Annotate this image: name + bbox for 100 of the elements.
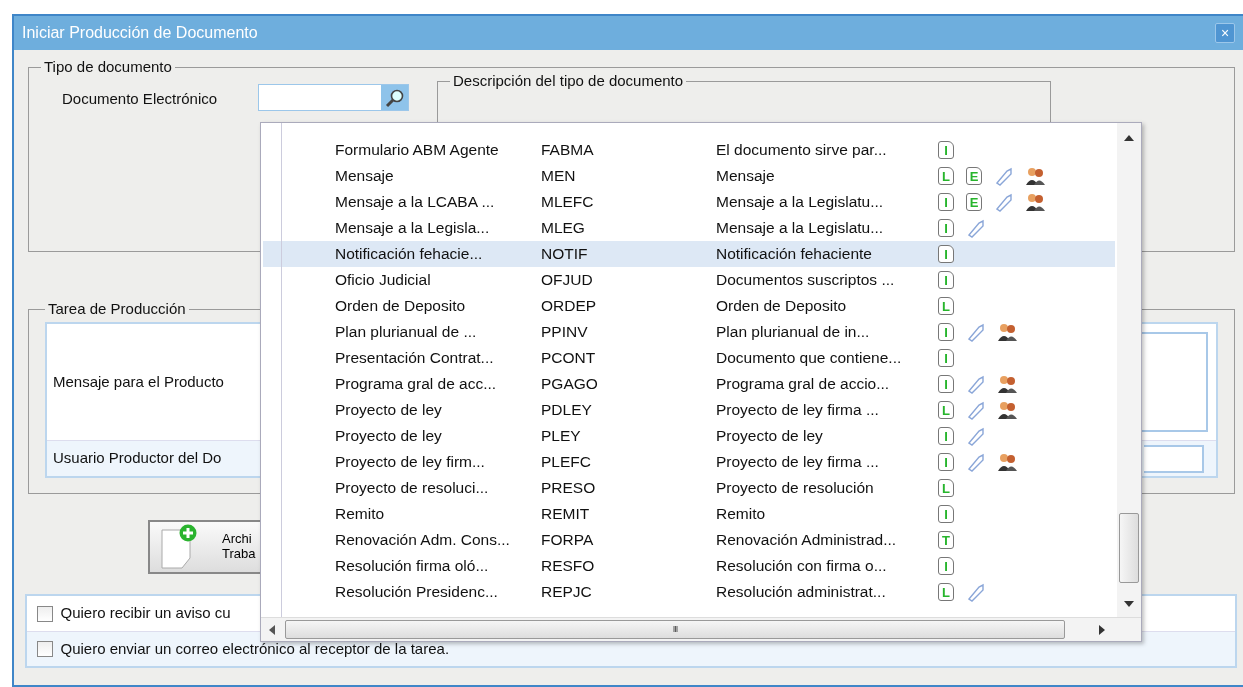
row-code: MEN: [541, 166, 577, 187]
row-code: RESFO: [541, 556, 596, 577]
list-row[interactable]: Mensaje MEN Mensaje L E: [263, 163, 1115, 189]
list-row[interactable]: Mensaje a la Legisla... MLEG Mensaje a la Legislatu... I: [263, 215, 1115, 241]
scroll-right-icon[interactable]: [1099, 625, 1105, 635]
scroll-thumb[interactable]: III: [285, 620, 1065, 639]
row-description: Orden de Deposito: [716, 296, 848, 317]
list-row[interactable]: Proyecto de resoluci... PRESO Proyecto de resolución L: [263, 475, 1115, 501]
list-row[interactable]: Plan plurianual de ... PPINV Plan plurianual de in... I: [263, 319, 1115, 345]
row-code: PRESO: [541, 478, 597, 499]
row-description: El documento sirve par...: [716, 140, 888, 161]
row-description: Proyecto de resolución: [716, 478, 875, 499]
list-row[interactable]: Orden de Deposito ORDEP Orden de Deposito L: [263, 293, 1115, 319]
row-name: Renovación Adm. Cons...: [334, 530, 511, 551]
row-description: Plan plurianual de in...: [716, 322, 871, 343]
row-name: Remito: [334, 504, 386, 525]
row-code: FORPA: [541, 530, 595, 551]
horizontal-scrollbar[interactable]: III: [261, 617, 1141, 641]
window-title: Iniciar Producción de Documento: [22, 23, 258, 43]
row-code: PLEFC: [541, 452, 592, 473]
document-letter-icon: L: [938, 297, 954, 315]
row-description: Proyecto de ley: [716, 426, 824, 447]
document-letter-icon: I: [938, 453, 954, 471]
row-description: Renovación Administrad...: [716, 530, 898, 551]
document-letter-icon: I: [938, 323, 954, 341]
document-letter-icon: I: [938, 375, 954, 393]
search-icon[interactable]: [381, 85, 408, 110]
document-letter-icon: I: [938, 427, 954, 445]
people-icon: [996, 452, 1018, 472]
list-row[interactable]: Proyecto de ley PLEY Proyecto de ley I: [263, 423, 1115, 449]
field-label: Documento Electrónico: [62, 89, 219, 109]
row-name: Presentación Contrat...: [334, 348, 495, 369]
tag-icon: [966, 400, 986, 420]
list-row[interactable]: Presentación Contrat... PCONT Documento que contiene... I: [263, 345, 1115, 371]
list-row[interactable]: Mensaje a la LCABA ... MLEFC Mensaje a la Legislatu... I E: [263, 189, 1115, 215]
row-description: Notificación fehaciente: [716, 244, 873, 265]
row-name: Proyecto de ley: [334, 426, 443, 447]
row-code: PGAGO: [541, 374, 599, 395]
scroll-thumb[interactable]: [1119, 513, 1139, 583]
row-name: Proyecto de resoluci...: [334, 478, 490, 499]
document-letter-icon: I: [938, 271, 954, 289]
list-row[interactable]: Programa gral de acc... PGAGO Programa gral de accio... I: [263, 371, 1115, 397]
row-code: NOTIF: [541, 244, 589, 265]
row-code: OFJUD: [541, 270, 594, 291]
field-label: Mensaje para el Producto: [52, 371, 224, 392]
row-description: Documento que contiene...: [716, 348, 903, 369]
checkbox[interactable]: [37, 641, 53, 657]
list-row[interactable]: Proyecto de ley PDLEY Proyecto de ley firma ... L: [263, 397, 1115, 423]
row-description: Programa gral de accio...: [716, 374, 891, 395]
row-description: Resolución administrat...: [716, 582, 887, 603]
row-code: PCONT: [541, 348, 597, 369]
row-name: Oficio Judicial: [334, 270, 432, 291]
list-row[interactable]: Formulario ABM Agente FABMA El documento sirve par... I: [263, 137, 1115, 163]
row-name: Mensaje a la LCABA ...: [334, 192, 496, 213]
row-name: Proyecto de ley: [334, 400, 443, 421]
vertical-scrollbar[interactable]: [1117, 123, 1141, 617]
row-code: PDLEY: [541, 400, 593, 421]
document-letter-icon: E: [966, 167, 982, 185]
row-description: Proyecto de ley firma ...: [716, 400, 880, 421]
row-name: Formulario ABM Agente: [334, 140, 500, 161]
row-description: Remito: [716, 504, 767, 525]
document-letter-icon: I: [938, 193, 954, 211]
document-letter-icon: I: [938, 557, 954, 575]
list-row[interactable]: Oficio Judicial OFJUD Documentos suscriptos ... I: [263, 267, 1115, 293]
row-name: Resolución Presidenc...: [334, 582, 499, 603]
tag-icon: [966, 218, 986, 238]
row-code: MLEG: [541, 218, 586, 239]
tag-icon: [966, 322, 986, 342]
list-row[interactable]: Proyecto de ley firm... PLEFC Proyecto de ley firma ... I: [263, 449, 1115, 475]
row-description: Mensaje a la Legislatu...: [716, 192, 885, 213]
list-row[interactable]: Notificación fehacie... NOTIF Notificación fehaciente I: [263, 241, 1115, 267]
checkbox[interactable]: [37, 605, 53, 622]
tag-icon: [994, 166, 1014, 186]
field-label: Usuario Productor del Do: [52, 448, 222, 469]
row-code: MLEFC: [541, 192, 595, 213]
document-letter-icon: I: [938, 245, 954, 263]
scroll-up-icon[interactable]: [1124, 135, 1134, 141]
people-icon: [996, 374, 1018, 394]
document-letter-icon: T: [938, 531, 954, 549]
document-letter-icon: L: [938, 167, 954, 185]
row-code: REMIT: [541, 504, 591, 525]
scroll-left-icon[interactable]: [269, 625, 275, 635]
scroll-down-icon[interactable]: [1124, 601, 1134, 607]
row-description: Proyecto de ley firma ...: [716, 452, 880, 473]
document-type-field[interactable]: [258, 84, 409, 111]
list-row[interactable]: Resolución Presidenc... REPJC Resolución administrat... L: [263, 579, 1115, 605]
row-description: Mensaje a la Legislatu...: [716, 218, 885, 239]
people-icon: [1024, 192, 1046, 212]
row-code: FABMA: [541, 140, 595, 161]
user-input-field[interactable]: [1144, 444, 1204, 473]
group-legend: Tipo de documento: [41, 58, 175, 76]
document-letter-icon: L: [938, 401, 954, 419]
row-name: Mensaje a la Legisla...: [334, 218, 491, 239]
document-letter-icon: L: [938, 583, 954, 601]
people-icon: [996, 322, 1018, 342]
tag-icon: [966, 426, 986, 446]
row-code: REPJC: [541, 582, 593, 603]
tag-icon: [966, 374, 986, 394]
row-name: Mensaje: [334, 166, 395, 187]
row-name: Notificación fehacie...: [334, 244, 484, 265]
